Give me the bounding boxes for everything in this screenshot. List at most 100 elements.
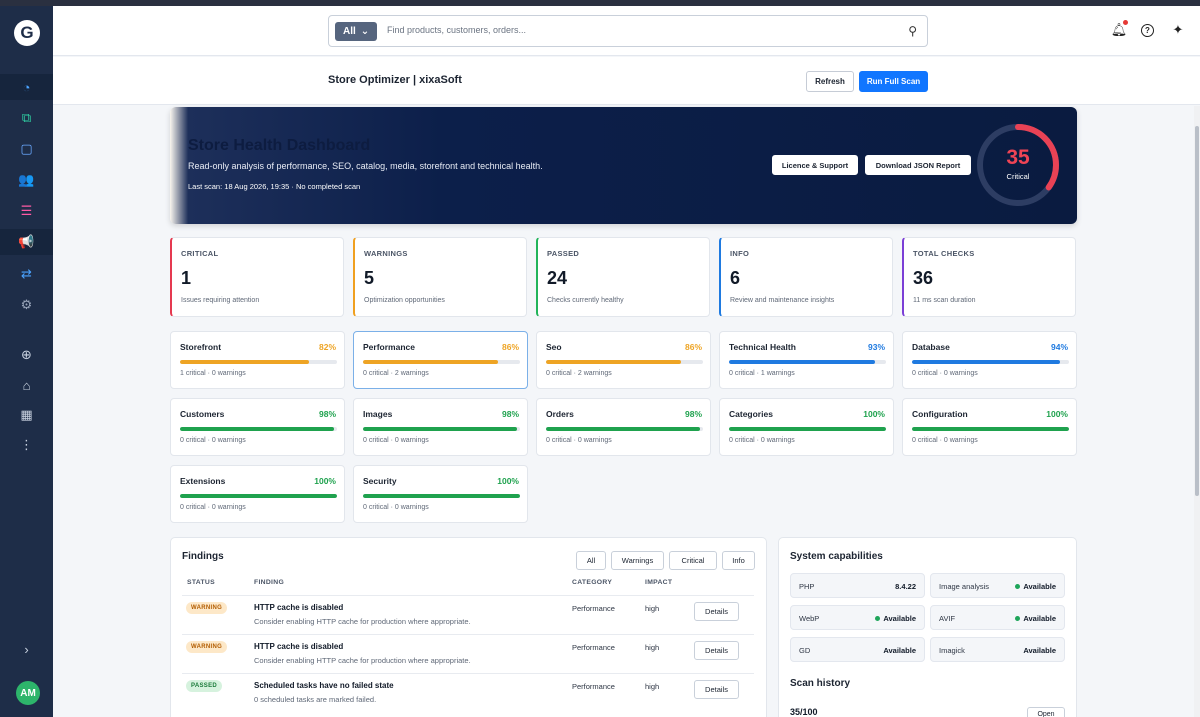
filter-info-button[interactable]: Info [722, 551, 755, 570]
page-scrollbar[interactable] [1194, 106, 1200, 717]
category-progress-fill [729, 360, 875, 364]
sidebar: G ◔ ⧉ ▢ 👥 ☰ 📢 ⇄ ⚙ ⊕ ⌂ ▦ ⋮ › AM [0, 6, 53, 717]
category-card-orders[interactable]: Orders 98% 0 critical · 0 warnings [536, 398, 711, 456]
category-card-configuration[interactable]: Configuration 100% 0 critical · 0 warnings [902, 398, 1077, 456]
category-card-categories[interactable]: Categories 100% 0 critical · 0 warnings [719, 398, 894, 456]
capability-name: WebP [799, 614, 820, 623]
category-card-seo[interactable]: Seo 86% 0 critical · 2 warnings [536, 331, 711, 389]
capability-webp: WebP Available [790, 605, 925, 630]
finding-impact: high [645, 604, 660, 613]
findings-title: Findings [182, 551, 224, 562]
category-issue-summary: 0 critical · 0 warnings [363, 437, 429, 444]
category-progress-track [729, 427, 886, 431]
finding-category: Performance [572, 643, 615, 652]
category-progress-fill [180, 360, 309, 364]
filter-all-button[interactable]: All [576, 551, 606, 570]
stat-label: INFO [730, 249, 750, 258]
scan-history-open-button[interactable]: Open [1027, 707, 1065, 717]
category-card-customers[interactable]: Customers 98% 0 critical · 0 warnings [170, 398, 345, 456]
refresh-button[interactable]: Refresh [806, 71, 854, 92]
stat-label: PASSED [547, 249, 580, 258]
store-icon[interactable]: ⌂ [0, 372, 53, 398]
customers-icon[interactable]: 👥 [0, 167, 53, 193]
category-card-performance[interactable]: Performance 86% 0 critical · 2 warnings [353, 331, 528, 389]
search-input[interactable] [387, 25, 887, 35]
extensions-icon[interactable]: ⇄ [0, 261, 53, 287]
category-score: 93% [867, 342, 885, 352]
capability-name: GD [799, 646, 811, 655]
settings-icon[interactable]: ⚙ [0, 292, 53, 318]
category-progress-fill [729, 427, 886, 431]
logo[interactable]: G [14, 20, 40, 46]
category-score: 94% [1050, 342, 1068, 352]
capability-value-wrap: Available [875, 614, 916, 623]
run-full-scan-button[interactable]: Run Full Scan [859, 71, 928, 92]
details-button[interactable]: Details [694, 602, 739, 621]
available-status-dot [1015, 615, 1021, 621]
category-progress-track [546, 427, 703, 431]
row-divider [182, 634, 754, 635]
category-card-database[interactable]: Database 94% 0 critical · 0 warnings [902, 331, 1077, 389]
stat-label: WARNINGS [364, 249, 408, 258]
add-icon[interactable]: ⊕ [0, 342, 53, 368]
category-score: 98% [501, 409, 519, 419]
category-card-extensions[interactable]: Extensions 100% 0 critical · 0 warnings [170, 465, 345, 523]
stat-value: 5 [364, 268, 375, 288]
category-progress-track [180, 494, 337, 498]
category-score: 100% [1046, 409, 1068, 419]
avatar[interactable]: AM [16, 681, 40, 705]
scan-history-score: 35/100 [790, 707, 818, 717]
last-scan-info: Last scan: 18 Aug 2026, 19:35 · No compl… [188, 182, 361, 191]
filter-warnings-button[interactable]: Warnings [611, 551, 664, 570]
filter-critical-button[interactable]: Critical [669, 551, 717, 570]
capability-value: Available [883, 614, 916, 623]
category-score: 100% [497, 476, 519, 486]
dashboard-icon[interactable]: ◔ [0, 74, 53, 100]
catalog-icon[interactable]: ⧉ [0, 105, 53, 131]
sparkle-icon[interactable]: ✦ [1170, 22, 1186, 38]
stat-label: CRITICAL [181, 249, 219, 258]
details-button[interactable]: Details [694, 641, 739, 660]
stat-value: 1 [181, 268, 192, 288]
scrollbar-thumb[interactable] [1195, 126, 1199, 496]
status-badge: WARNING [186, 641, 228, 653]
more-icon[interactable]: ⋮ [0, 432, 53, 458]
licence-support-button[interactable]: Licence & Support [772, 155, 858, 175]
content-icon[interactable]: ☰ [0, 198, 53, 224]
finding-description: Consider enabling HTTP cache for product… [254, 656, 471, 665]
category-card-technical-health[interactable]: Technical Health 93% 0 critical · 1 warnin… [719, 331, 894, 389]
capability-gd: GD Available [790, 637, 925, 662]
column-header-status: STATUS [187, 579, 215, 586]
category-card-storefront[interactable]: Storefront 82% 1 critical · 0 warnings [170, 331, 345, 389]
category-issue-summary: 0 critical · 0 warnings [912, 437, 978, 444]
category-issue-summary: 0 critical · 2 warnings [546, 370, 612, 377]
finding-description: Consider enabling HTTP cache for product… [254, 617, 471, 626]
category-issue-summary: 0 critical · 0 warnings [546, 437, 612, 444]
category-progress-fill [363, 427, 517, 431]
category-progress-track [546, 360, 703, 364]
category-score: 98% [318, 409, 336, 419]
category-name: Security [363, 476, 397, 486]
search-scope-dropdown[interactable]: All ⌄ [335, 22, 378, 41]
category-card-images[interactable]: Images 98% 0 critical · 0 warnings [353, 398, 528, 456]
search-icon[interactable]: ⚲ [908, 24, 917, 38]
category-card-security[interactable]: Security 100% 0 critical · 0 warnings [353, 465, 528, 523]
capability-name: AVIF [939, 614, 956, 623]
health-score-label: Critical [1006, 172, 1030, 181]
details-button[interactable]: Details [694, 680, 739, 699]
expand-icon[interactable]: › [0, 636, 53, 662]
capability-name: PHP [799, 582, 815, 591]
capability-value: Available [1023, 614, 1056, 623]
marketing-icon[interactable]: 📢 [0, 229, 53, 255]
stat-card-passed: PASSED 24 Checks currently healthy [536, 237, 710, 317]
category-name: Orders [546, 409, 574, 419]
orders-icon[interactable]: ▢ [0, 136, 53, 162]
finding-title: Scheduled tasks have no failed state [254, 681, 394, 690]
calculator-icon[interactable]: ▦ [0, 402, 53, 428]
bell-icon[interactable]: 🔔︎ [1111, 20, 1128, 38]
column-header-finding: FINDING [254, 579, 285, 586]
download-json-report-button[interactable]: Download JSON Report [865, 155, 971, 175]
category-progress-track [180, 427, 337, 431]
category-name: Extensions [180, 476, 226, 486]
help-icon[interactable]: ? [1141, 24, 1154, 37]
